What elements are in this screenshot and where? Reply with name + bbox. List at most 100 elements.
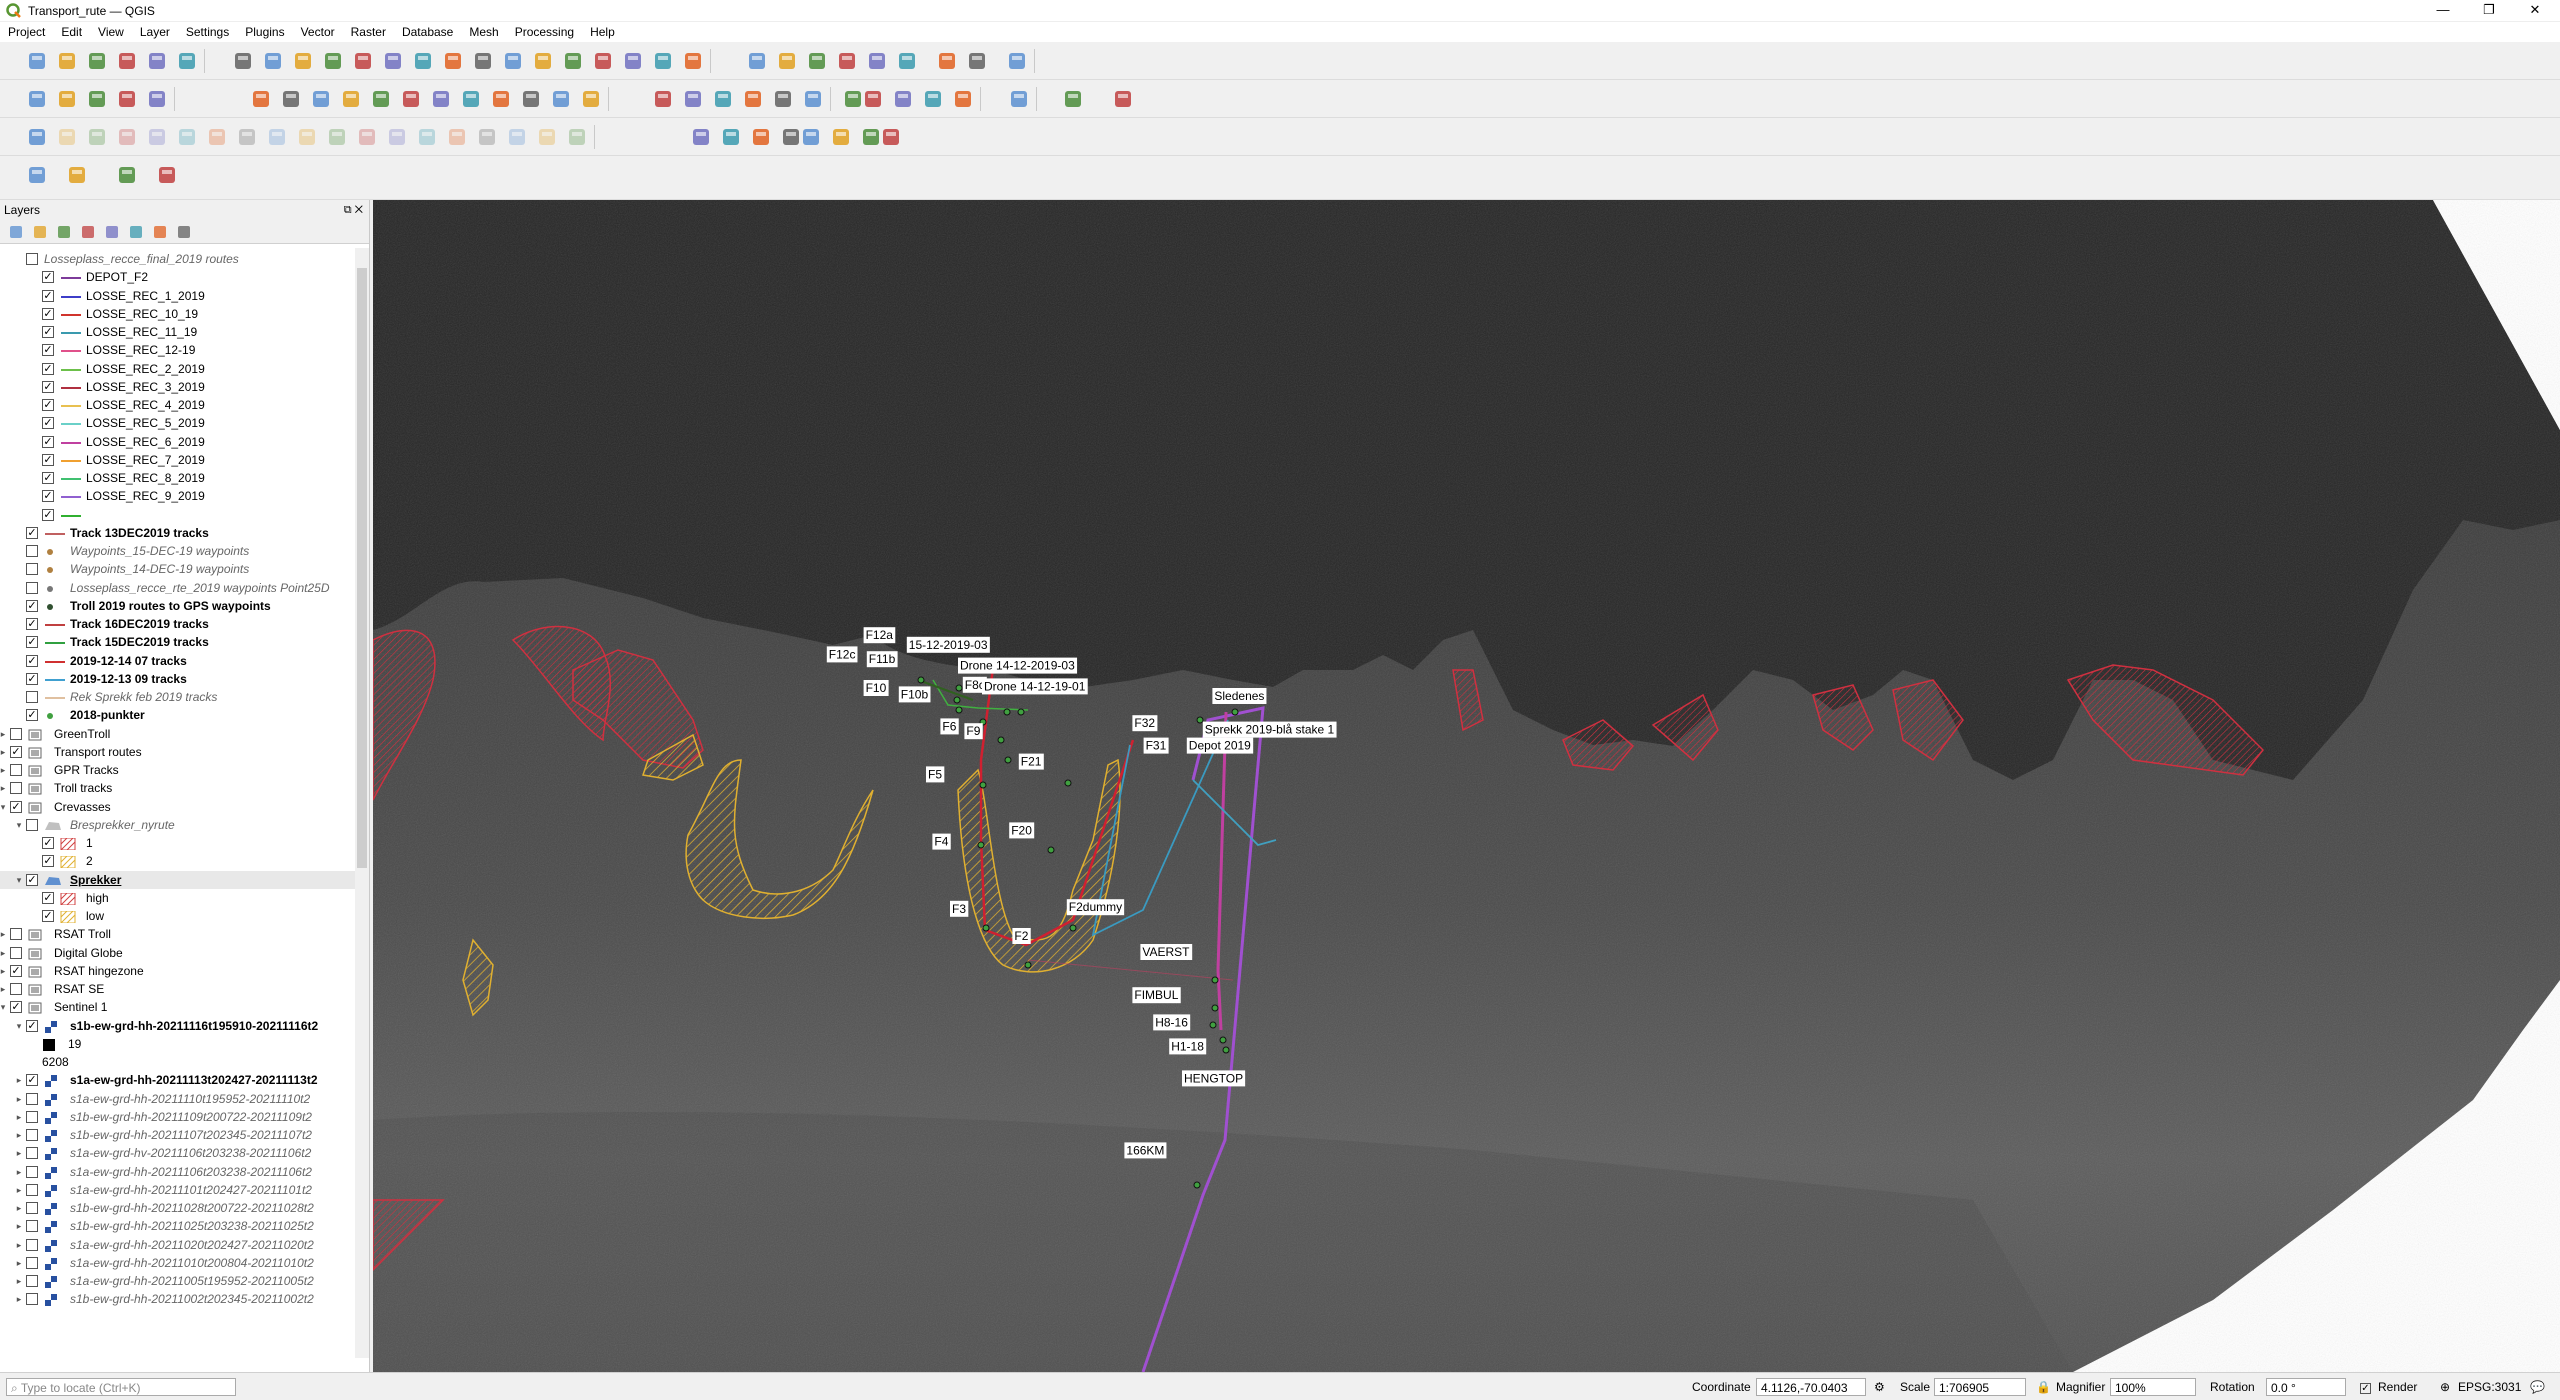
- layer-visibility-checkbox[interactable]: [26, 1256, 38, 1269]
- expand-toggle-icon[interactable]: ▸: [0, 761, 8, 779]
- layer-visibility-checkbox[interactable]: ✓: [42, 453, 54, 466]
- layer-visibility-checkbox[interactable]: ✓: [10, 800, 22, 813]
- layer-row[interactable]: ✓ Track 15DEC2019 tracks: [0, 633, 355, 651]
- layer-visibility-checkbox[interactable]: ✓: [42, 380, 54, 393]
- layer-group-row[interactable]: ▾ ✓ Crevasses: [0, 798, 355, 816]
- layer-visibility-checkbox[interactable]: ✓: [26, 1019, 38, 1032]
- layer-row[interactable]: ✓ LOSSE_REC_5_2019: [0, 414, 355, 432]
- menu-help[interactable]: Help: [582, 25, 623, 39]
- layer-group-row[interactable]: ▸ RSAT Troll: [0, 925, 355, 943]
- layer-row[interactable]: ▸ s1a-ew-grd-hv-20211106t203238-20211106t…: [0, 1144, 355, 1162]
- expand-toggle-icon[interactable]: ▸: [14, 1163, 24, 1181]
- snap-trace-icon[interactable]: [830, 126, 852, 148]
- trim-icon[interactable]: [506, 126, 528, 148]
- layer-visibility-checkbox[interactable]: [26, 1165, 38, 1178]
- layer-row[interactable]: ✓: [0, 506, 355, 524]
- layer-group-row[interactable]: ▾ ✓ Sentinel 1: [0, 998, 355, 1016]
- layer-visibility-checkbox[interactable]: ✓: [10, 1001, 22, 1014]
- menu-database[interactable]: Database: [394, 25, 461, 39]
- locator-search-input[interactable]: ⌕ Type to locate (Ctrl+K): [6, 1378, 236, 1396]
- render-checkbox[interactable]: ✓: [2360, 1378, 2371, 1396]
- layer-visibility-checkbox[interactable]: [10, 764, 22, 776]
- layer-row[interactable]: ✓ LOSSE_REC_12-19: [0, 341, 355, 359]
- expand-toggle-icon[interactable]: ▸: [14, 1254, 24, 1272]
- zoom-full-icon[interactable]: [352, 50, 374, 72]
- map-canvas[interactable]: F12c F12a F11b 15-12-2019-03 Drone 14-12-201…: [373, 200, 2560, 1372]
- add-group-icon[interactable]: [32, 224, 48, 240]
- layer-row[interactable]: ▸ s1b-ew-grd-hh-20211028t200722-20211028t…: [0, 1199, 355, 1217]
- layer-row[interactable]: 6208: [0, 1053, 355, 1071]
- pan-to-selection-icon[interactable]: [262, 50, 284, 72]
- layer-row[interactable]: ▸ s1a-ew-grd-hh-20211010t200804-20211010t…: [0, 1254, 355, 1272]
- reverse-icon[interactable]: [476, 126, 498, 148]
- layer-visibility-checkbox[interactable]: ✓: [26, 636, 38, 649]
- crs-globe-icon[interactable]: ⊕: [2440, 1378, 2450, 1396]
- change-label-icon[interactable]: [922, 88, 944, 110]
- help-icon[interactable]: [1062, 88, 1084, 110]
- toolbox-icon[interactable]: [836, 50, 858, 72]
- panel-float-close-icon[interactable]: ⧉ ✕: [344, 200, 363, 220]
- messages-icon[interactable]: 💬: [2530, 1378, 2545, 1396]
- layer-row[interactable]: ✓ LOSSE_REC_3_2019: [0, 378, 355, 396]
- python-icon[interactable]: [1008, 88, 1030, 110]
- layer-visibility-checkbox[interactable]: [10, 928, 22, 941]
- layer-visibility-checkbox[interactable]: ✓: [42, 910, 54, 922]
- style-manager-icon[interactable]: [176, 50, 198, 72]
- layer-row[interactable]: ▾ ✓ s1b-ew-grd-hh-20211116t195910-20211116…: [0, 1017, 355, 1035]
- layer-row[interactable]: Waypoints_14-DEC-19 waypoints: [0, 560, 355, 578]
- toggle-edit-icon[interactable]: [250, 88, 272, 110]
- maximize-button[interactable]: ❐: [2466, 0, 2512, 22]
- layer-visibility-checkbox[interactable]: [10, 983, 22, 995]
- preview-icon[interactable]: [952, 88, 974, 110]
- virtual-layer-icon[interactable]: [116, 88, 138, 110]
- layer-visibility-checkbox[interactable]: ✓: [42, 435, 54, 448]
- menu-processing[interactable]: Processing: [507, 25, 582, 39]
- print-layout-icon[interactable]: [116, 50, 138, 72]
- expand-toggle-icon[interactable]: ▸: [14, 1290, 24, 1308]
- annotation-icon[interactable]: [966, 50, 988, 72]
- bookmark-icon[interactable]: [592, 50, 614, 72]
- offset-curve-icon[interactable]: [446, 126, 468, 148]
- rotate-icon[interactable]: [536, 126, 558, 148]
- expand-toggle-icon[interactable]: ▸: [14, 1236, 24, 1254]
- text-annotation-icon[interactable]: [1006, 50, 1028, 72]
- expand-toggle-icon[interactable]: ▸: [14, 1126, 24, 1144]
- deselect-icon[interactable]: [116, 164, 138, 186]
- split-parts-icon[interactable]: [296, 126, 318, 148]
- layout-manager-icon[interactable]: [146, 50, 168, 72]
- layer-row[interactable]: ✓ LOSSE_REC_10_19: [0, 305, 355, 323]
- layer-row[interactable]: ▾ Bresprekker_nyrute: [0, 816, 355, 834]
- layer-visibility-checkbox[interactable]: [26, 545, 38, 557]
- zoom-in-icon[interactable]: [292, 50, 314, 72]
- simplify-icon[interactable]: [416, 126, 438, 148]
- add-polygon-icon[interactable]: [370, 88, 392, 110]
- layer-row[interactable]: ▸ s1a-ew-grd-hh-20211101t202427-20211101t…: [0, 1181, 355, 1199]
- expand-toggle-icon[interactable]: ▸: [0, 944, 8, 962]
- layer-visibility-checkbox[interactable]: ✓: [42, 362, 54, 375]
- menu-vector[interactable]: Vector: [293, 25, 343, 39]
- expand-toggle-icon[interactable]: ▸: [14, 1071, 24, 1089]
- layer-row[interactable]: ✓ 2018-punkter: [0, 706, 355, 724]
- snap-icon[interactable]: [566, 126, 588, 148]
- save-edits-icon[interactable]: [310, 88, 332, 110]
- scale-field[interactable]: 1:706905: [1934, 1378, 2026, 1396]
- expand-toggle-icon[interactable]: ▸: [0, 980, 8, 998]
- select-features-icon[interactable]: [26, 164, 48, 186]
- expand-toggle-icon[interactable]: ▸: [14, 1199, 24, 1217]
- expand-toggle-icon[interactable]: ▸: [14, 1217, 24, 1235]
- layer-group-row[interactable]: ▸ ✓ Transport routes: [0, 743, 355, 761]
- layer-row[interactable]: Rek Sprekk feb 2019 tracks: [0, 688, 355, 706]
- open-attr-icon[interactable]: [156, 164, 178, 186]
- layer-visibility-checkbox[interactable]: [26, 1092, 38, 1105]
- menu-mesh[interactable]: Mesh: [461, 25, 506, 39]
- zoom-last-icon[interactable]: [472, 50, 494, 72]
- zoom-selection-icon[interactable]: [382, 50, 404, 72]
- merge-attrs-icon[interactable]: [356, 126, 378, 148]
- layer-visibility-checkbox[interactable]: ✓: [26, 709, 38, 722]
- layer-visibility-checkbox[interactable]: ✓: [42, 508, 54, 521]
- layer-row[interactable]: Losseplass_recce_final_2019 routes: [0, 250, 355, 268]
- zoom-native-icon[interactable]: [442, 50, 464, 72]
- delete-icon[interactable]: [430, 88, 452, 110]
- layer-visibility-checkbox[interactable]: [26, 1147, 38, 1160]
- extents-toggle-icon[interactable]: ⚙: [1874, 1378, 1885, 1396]
